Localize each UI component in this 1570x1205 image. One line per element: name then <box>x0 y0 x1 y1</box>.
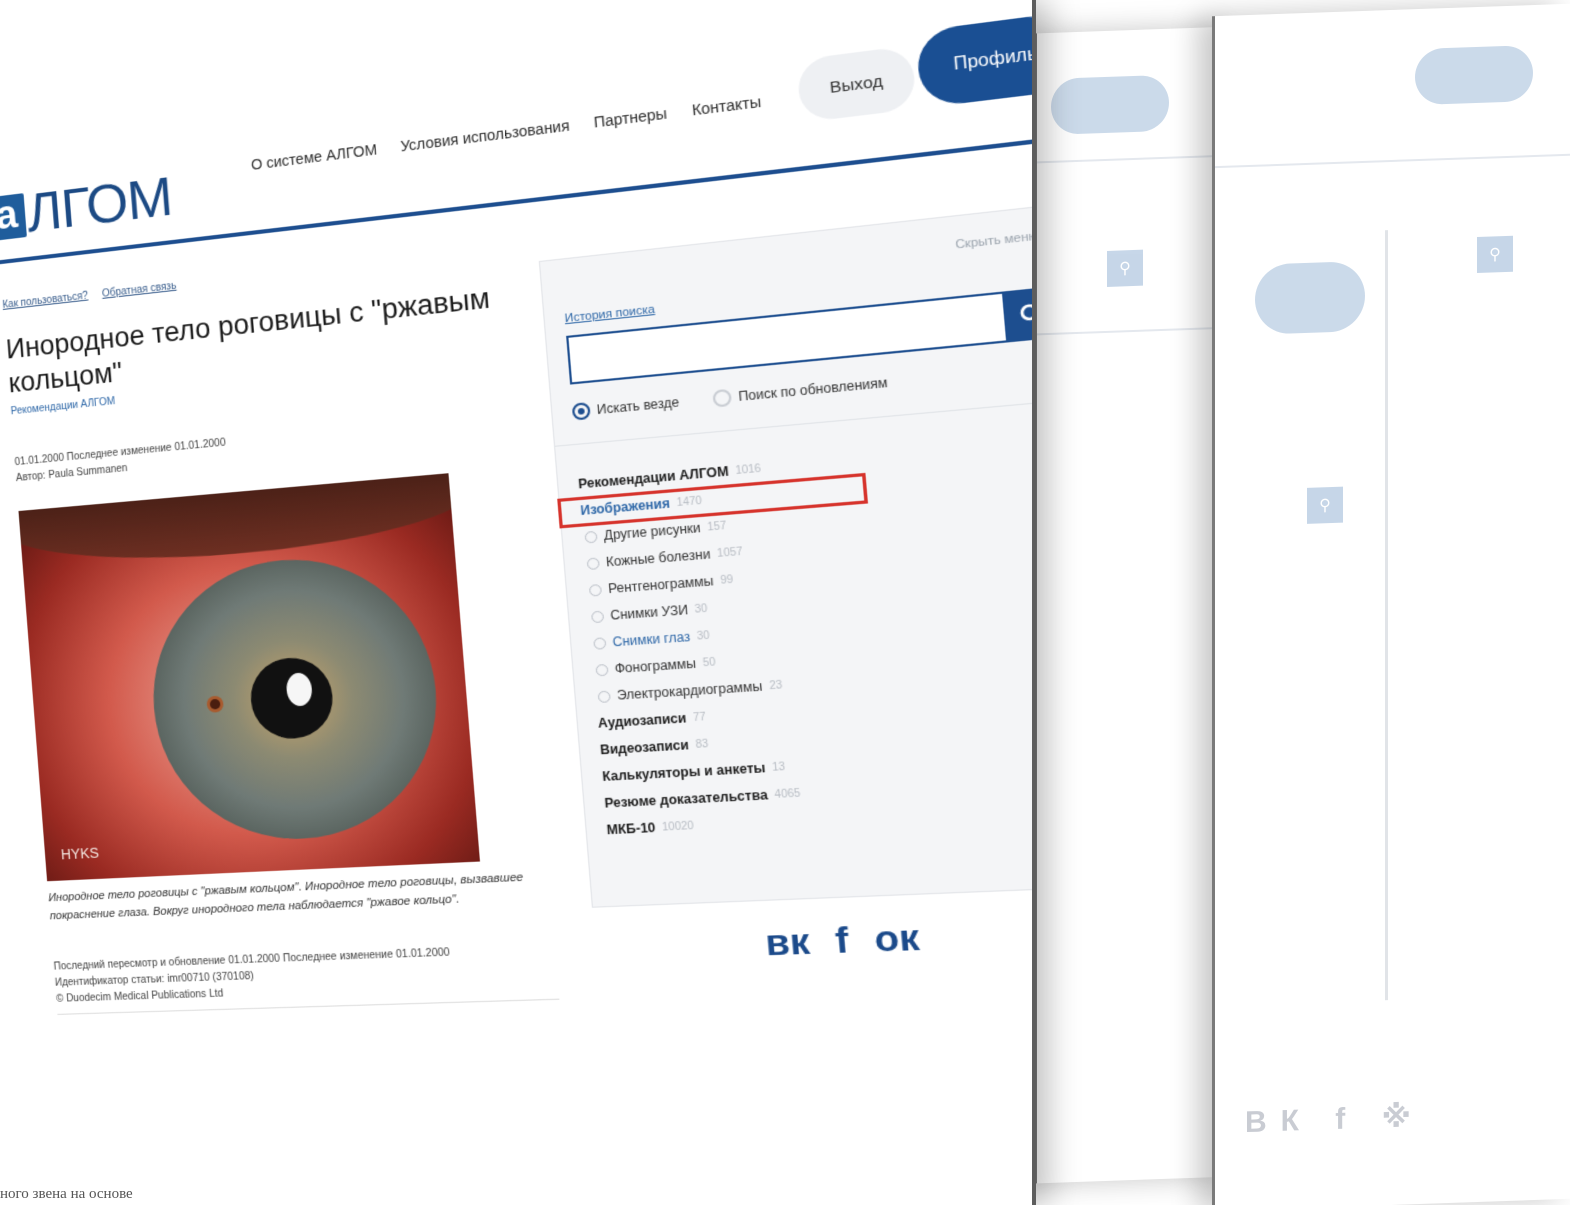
partial-background-text: ного звена на основе <box>0 1186 133 1202</box>
ghost-search-icon: ⚲ <box>1307 486 1343 524</box>
vk-icon[interactable]: вк <box>764 921 812 965</box>
nav-about[interactable]: О системе АЛГОМ <box>250 141 377 173</box>
radio-icon <box>588 584 603 597</box>
category-count: 83 <box>695 738 709 752</box>
eye-image[interactable]: HYKS <box>18 473 480 882</box>
radio-icon <box>595 663 609 677</box>
hide-menu-toggle[interactable]: Скрыть меню ^ <box>955 229 1032 252</box>
radio-icon <box>586 557 600 571</box>
search-row <box>566 286 1036 385</box>
article-footer: Последний пересмотр и обновление 01.01.2… <box>53 941 560 1015</box>
radio-icon <box>591 610 605 624</box>
ghost-profile-button <box>1051 74 1169 135</box>
how-to-use-link[interactable]: Как пользоваться? <box>2 290 88 311</box>
radio-search-updates[interactable]: Поиск по обновлениям <box>712 374 889 408</box>
ghost-panel-edge <box>1385 230 1388 1001</box>
category-count: 4065 <box>774 787 801 802</box>
social-links: вк f ок <box>764 917 921 965</box>
ghost-search-icon: ⚲ <box>1107 249 1143 287</box>
radio-search-updates-label: Поиск по обновлениям <box>737 375 889 405</box>
ghost-header-line <box>1037 154 1237 164</box>
category-count: 13 <box>771 761 786 775</box>
logout-button[interactable]: Выход <box>796 45 917 123</box>
search-button[interactable] <box>1004 286 1036 343</box>
radio-dot-icon <box>571 401 591 421</box>
category-count: 50 <box>702 656 717 670</box>
radio-search-all-label: Искать везде <box>596 394 680 418</box>
category-count: 77 <box>692 711 707 725</box>
feedback-link[interactable]: Обратная связь <box>102 281 177 300</box>
ghost-header-line <box>1215 153 1570 169</box>
image-watermark: HYKS <box>60 844 100 863</box>
ghost-pill <box>1255 260 1365 335</box>
ghost-profile-button <box>1415 45 1533 106</box>
ghost-divider <box>1037 326 1237 336</box>
article: Как пользоваться? Обратная связь Инородн… <box>2 244 560 1015</box>
profile-button[interactable]: Профиль <box>915 11 1032 109</box>
radio-icon <box>593 637 607 650</box>
category-label: МКБ-10 <box>606 820 657 838</box>
category-list: Рекомендации АЛГОМ 1016 Изображения 1470 Дру… <box>557 429 1032 844</box>
search-history-link[interactable]: История поиска <box>564 303 655 325</box>
search-panel: Скрыть меню ^ История поиска Искать везд… <box>538 202 1036 908</box>
category-count: 157 <box>706 520 727 534</box>
radio-icon <box>597 690 611 704</box>
ghost-search-icon: ⚲ <box>1477 235 1513 273</box>
category-count: 99 <box>719 574 734 587</box>
main-window: а ЛГОМ О системе АЛГОМ Условия использов… <box>0 0 1036 1205</box>
category-count: 1016 <box>734 463 762 478</box>
ghost-social-icons: ВК f ※ <box>1245 1099 1425 1140</box>
logo-mark: а <box>0 192 27 242</box>
radio-dot-icon <box>712 388 733 408</box>
search-scope: Искать везде Поиск по обновлениям <box>571 374 889 421</box>
nav-contacts[interactable]: Контакты <box>691 93 762 119</box>
logo[interactable]: а ЛГОМ <box>0 165 174 244</box>
radio-icon <box>584 530 598 544</box>
main-nav: О системе АЛГОМ Условия использования Па… <box>250 93 761 173</box>
category-count: 1057 <box>716 546 744 561</box>
background-window-1: ⚲ <box>1034 26 1237 1184</box>
category-count: 23 <box>768 679 783 693</box>
category-count: 30 <box>694 603 708 616</box>
category-count: 10020 <box>661 820 695 834</box>
page-sheet: а ЛГОМ О системе АЛГОМ Условия использов… <box>0 0 1036 1141</box>
eyelid <box>18 473 478 573</box>
category-count: 30 <box>696 630 711 643</box>
odnoklassniki-icon[interactable]: ок <box>873 917 922 962</box>
search-icon <box>1019 302 1036 327</box>
nav-partners[interactable]: Партнеры <box>593 105 667 131</box>
logo-text: ЛГОМ <box>24 165 174 244</box>
background-window-2: ⚲ ⚲ ВК f ※ <box>1212 3 1570 1205</box>
nav-terms[interactable]: Условия использования <box>400 117 570 155</box>
radio-search-all[interactable]: Искать везде <box>571 394 680 421</box>
facebook-icon[interactable]: f <box>833 920 850 963</box>
